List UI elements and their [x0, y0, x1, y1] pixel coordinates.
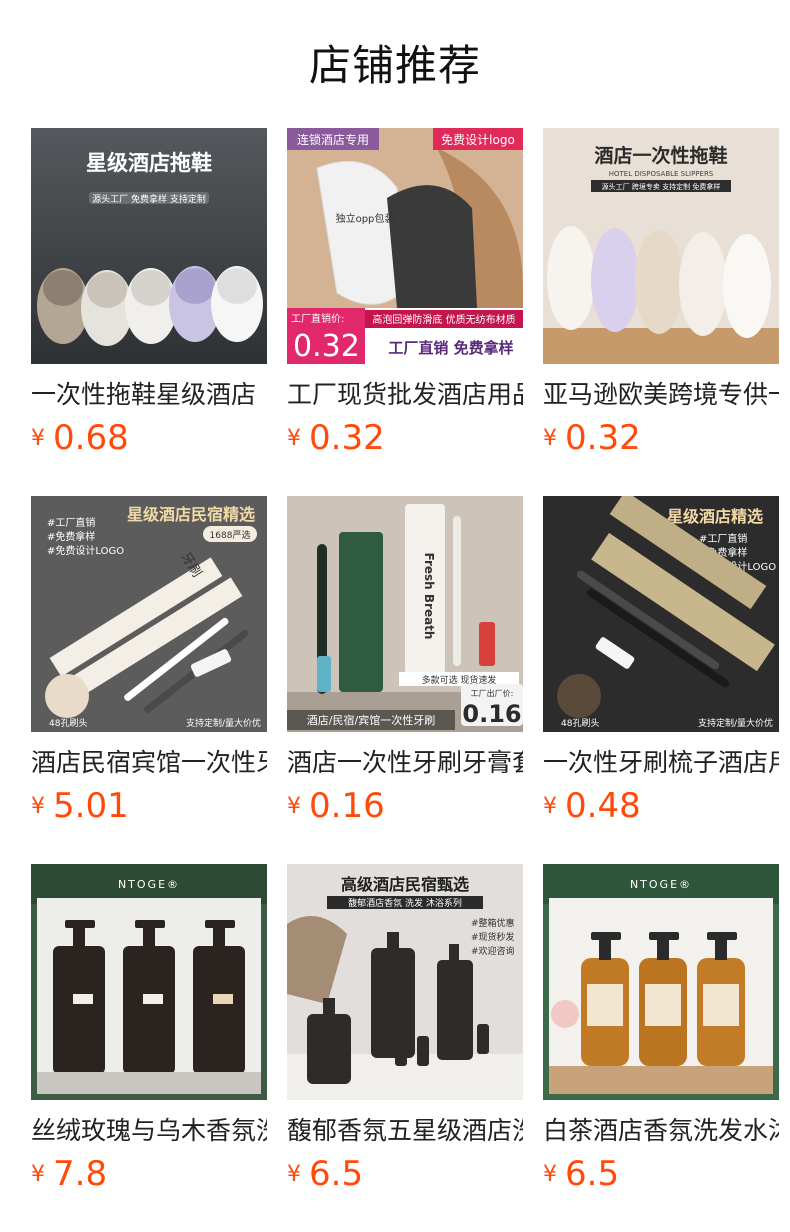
product-image[interactable]: 星级酒店拖鞋 源头工厂 免费拿样 支持定制	[31, 128, 267, 364]
image-footer: 酒店/民宿/宾馆一次性牙刷	[307, 713, 435, 727]
price-value: 6.5	[565, 1154, 620, 1194]
slipper-icon: 星级酒店拖鞋 源头工厂 免费拿样 支持定制	[31, 128, 267, 364]
product-price: ¥7.8	[31, 1154, 107, 1194]
image-box-text: Fresh Breath	[422, 553, 436, 640]
product-card[interactable]: 酒店一次性拖鞋 HOTEL DISPOSABLE SLIPPERS 源头工厂 跨…	[543, 128, 779, 468]
promo-price: 0.32	[293, 329, 360, 364]
image-tags: 源头工厂 免费拿样 支持定制	[92, 193, 206, 205]
page-title: 店铺推荐	[308, 41, 481, 90]
image-sub-headline: HOTEL DISPOSABLE SLIPPERS	[609, 170, 714, 178]
image-badge-right: 免费设计logo	[441, 132, 515, 147]
price-value: 5.01	[53, 786, 129, 826]
bottle-icon: 高级酒店民宿甄选 馥郁酒店香氛 洗发 沐浴系列 #整箱优惠 #现货秒发 #欢迎咨…	[287, 864, 523, 1100]
price-value: 0.32	[565, 418, 641, 458]
image-corner-right: 支持定制/量大价优	[186, 717, 261, 729]
promo-price: 0.16	[462, 700, 521, 728]
product-price: ¥0.48	[543, 786, 641, 826]
toothbrush-icon: #工厂直销 #免费拿样 #免费设计LOGO 星级酒店民宿精选 1688严选 牙刷…	[31, 496, 267, 732]
image-brand: NTOGE®	[630, 878, 692, 891]
image-footer-top: 高泡回弹防滑底 优质无纺布材质	[372, 313, 515, 326]
product-card[interactable]: Fresh Breath 多款可选 现货速发 工厂出厂价: 0.16 酒店/民宿…	[287, 496, 523, 836]
currency-symbol: ¥	[31, 794, 45, 819]
image-headline: 星级酒店拖鞋	[86, 151, 212, 175]
currency-symbol: ¥	[287, 426, 301, 451]
currency-symbol: ¥	[31, 1162, 45, 1187]
product-price: ¥6.5	[287, 1154, 363, 1194]
product-price: ¥5.01	[31, 786, 129, 826]
product-card[interactable]: 星级酒店精选 #工厂直销 #免费拿样 #免费设计LOGO 48孔刷头 支持定制/…	[543, 496, 779, 836]
product-name[interactable]: 一次性牙刷梳子酒店用品	[543, 746, 779, 780]
slipper-icon: 酒店一次性拖鞋 HOTEL DISPOSABLE SLIPPERS 源头工厂 跨…	[543, 128, 779, 364]
bottle-icon: NTOGE®	[543, 864, 779, 1100]
product-name[interactable]: 一次性拖鞋星级酒店	[31, 378, 267, 412]
slipper-icon: 连锁酒店专用 免费设计logo 独立opp包装 工厂直销价: 0.32 高泡回弹…	[287, 128, 523, 364]
image-headline: 星级酒店精选	[667, 507, 763, 526]
image-headline: 星级酒店民宿精选	[127, 505, 255, 524]
image-corner-left: 48孔刷头	[49, 718, 87, 729]
price-value: 0.48	[565, 786, 641, 826]
product-name[interactable]: 酒店民宿宾馆一次性牙刷	[31, 746, 267, 780]
image-corner-left: 48孔刷头	[561, 718, 599, 729]
product-card[interactable]: NTOGE® 白茶酒店香氛洗发水 ¥ 6.5	[543, 864, 779, 1204]
image-tags: 源头工厂 跨境专卖 支持定制 免费拿样	[602, 182, 721, 191]
toothbrush-icon: 星级酒店精选 #工厂直销 #免费拿样 #免费设计LOGO 48孔刷头 支持定制/…	[543, 496, 779, 732]
currency-symbol: ¥	[543, 1162, 557, 1187]
price-value: 0.32	[309, 418, 385, 458]
promo-label: 工厂出厂价:	[471, 688, 514, 698]
product-image[interactable]: NTOGE®	[31, 864, 267, 1100]
product-card[interactable]: NTOGE® 丝绒玫瑰与乌木香氛洗护 ¥	[31, 864, 267, 1204]
product-image[interactable]: NTOGE®	[543, 864, 779, 1100]
product-name[interactable]: 馥郁香氛五星级酒店洗护	[287, 1114, 523, 1148]
price-value: 0.16	[309, 786, 385, 826]
currency-symbol: ¥	[31, 426, 45, 451]
price-value: 6.5	[309, 1154, 364, 1194]
product-name[interactable]: 亚马逊欧美跨境专供一次性拖鞋	[543, 378, 779, 412]
product-price: ¥6.5	[543, 1154, 619, 1194]
currency-symbol: ¥	[287, 1162, 301, 1187]
image-hashtag: #免费设计LOGO	[47, 544, 124, 557]
image-corner-right: 支持定制/量大价优	[698, 717, 773, 729]
product-name[interactable]: 工厂现货批发酒店用品	[287, 378, 523, 412]
image-badge: 1688严选	[210, 529, 251, 541]
product-image[interactable]: 连锁酒店专用 免费设计logo 独立opp包装 工厂直销价: 0.32 高泡回弹…	[287, 128, 523, 364]
product-card[interactable]: 星级酒店拖鞋 源头工厂 免费拿样 支持定制 一次性拖鞋星级酒店 ¥ 0.68	[31, 128, 267, 468]
image-hashtag: #整箱优惠	[471, 917, 515, 929]
image-hashtag: #工厂直销	[699, 532, 747, 545]
image-brand: NTOGE®	[118, 878, 180, 891]
price-value: 0.68	[53, 418, 129, 458]
price-value: 7.8	[53, 1154, 108, 1194]
product-price: ¥0.68	[31, 418, 129, 458]
image-hashtag: #工厂直销	[47, 516, 95, 529]
image-headline: 酒店一次性拖鞋	[594, 144, 727, 167]
product-card[interactable]: 连锁酒店专用 免费设计logo 独立opp包装 工厂直销价: 0.32 高泡回弹…	[287, 128, 523, 468]
product-price: ¥0.32	[543, 418, 641, 458]
product-image[interactable]: 酒店一次性拖鞋 HOTEL DISPOSABLE SLIPPERS 源头工厂 跨…	[543, 128, 779, 364]
image-headline: 高级酒店民宿甄选	[341, 875, 469, 894]
product-card[interactable]: 高级酒店民宿甄选 馥郁酒店香氛 洗发 沐浴系列 #整箱优惠 #现货秒发 #欢迎咨…	[287, 864, 523, 1204]
product-price: ¥0.16	[287, 786, 385, 826]
product-card[interactable]: #工厂直销 #免费拿样 #免费设计LOGO 星级酒店民宿精选 1688严选 牙刷…	[31, 496, 267, 836]
image-hashtag: #欢迎咨询	[471, 945, 515, 957]
product-name[interactable]: 酒店一次性牙刷牙膏套装	[287, 746, 523, 780]
product-price: ¥0.32	[287, 418, 385, 458]
currency-symbol: ¥	[543, 426, 557, 451]
product-name[interactable]: 白茶酒店香氛洗发水沐浴露	[543, 1114, 779, 1148]
product-image[interactable]: 高级酒店民宿甄选 馥郁酒店香氛 洗发 沐浴系列 #整箱优惠 #现货秒发 #欢迎咨…	[287, 864, 523, 1100]
image-sub-headline: 馥郁酒店香氛 洗发 沐浴系列	[348, 897, 462, 909]
currency-symbol: ¥	[287, 794, 301, 819]
product-image[interactable]: 星级酒店精选 #工厂直销 #免费拿样 #免费设计LOGO 48孔刷头 支持定制/…	[543, 496, 779, 732]
product-image[interactable]: #工厂直销 #免费拿样 #免费设计LOGO 星级酒店民宿精选 1688严选 牙刷…	[31, 496, 267, 732]
image-footer-bottom: 工厂直销 免费拿样	[388, 339, 513, 357]
image-hashtag: #现货秒发	[471, 931, 515, 943]
image-hashtag: #免费拿样	[47, 530, 95, 543]
toothbrush-icon: Fresh Breath 多款可选 现货速发 工厂出厂价: 0.16 酒店/民宿…	[287, 496, 523, 732]
product-image[interactable]: Fresh Breath 多款可选 现货速发 工厂出厂价: 0.16 酒店/民宿…	[287, 496, 523, 732]
bottle-icon: NTOGE®	[31, 864, 267, 1100]
image-badge-left: 连锁酒店专用	[297, 132, 369, 147]
currency-symbol: ¥	[543, 794, 557, 819]
product-name[interactable]: 丝绒玫瑰与乌木香氛洗护	[31, 1114, 267, 1148]
image-inner-label: 独立opp包装	[336, 212, 395, 225]
promo-label: 工厂直销价:	[291, 312, 344, 325]
